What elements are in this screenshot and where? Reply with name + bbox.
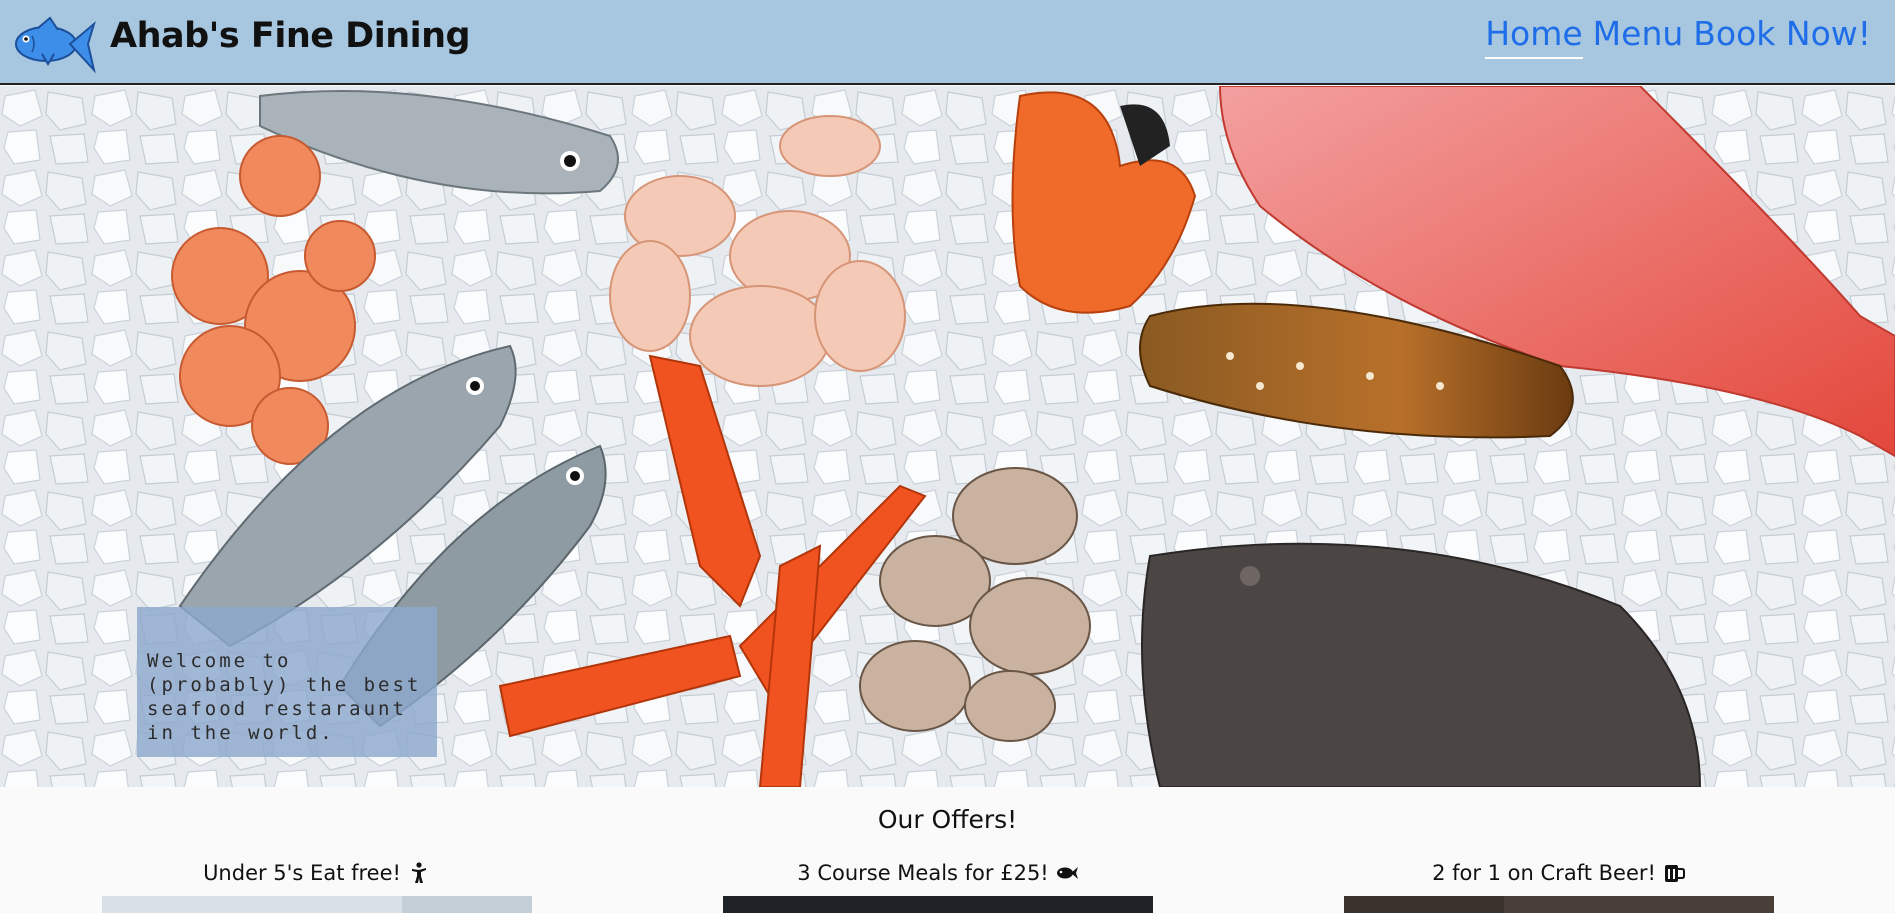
offer-label-row: 2 for 1 on Craft Beer! xyxy=(1344,858,1774,888)
offer-label-row: Under 5's Eat free! xyxy=(102,858,532,888)
offer-card-kids[interactable]: Under 5's Eat free! xyxy=(102,858,532,913)
welcome-box: Welcome to (probably) the best seafood r… xyxy=(137,607,437,757)
fish-logo-icon[interactable] xyxy=(8,14,96,74)
offer-label: 2 for 1 on Craft Beer! xyxy=(1432,861,1656,885)
offer-image-beer xyxy=(1344,896,1774,913)
offer-image-meals xyxy=(723,896,1153,913)
offer-image-kids xyxy=(102,896,532,913)
main-nav: Home Menu Book Now! xyxy=(1485,14,1871,59)
nav-menu-link[interactable]: Menu xyxy=(1593,14,1684,59)
offer-label: 3 Course Meals for £25! xyxy=(797,861,1049,885)
beer-mug-icon xyxy=(1664,865,1685,882)
site-title: Ahab's Fine Dining xyxy=(110,16,471,56)
fish-icon xyxy=(1056,867,1078,879)
nav-book-now-link[interactable]: Book Now! xyxy=(1693,14,1871,59)
offer-label: Under 5's Eat free! xyxy=(203,861,401,885)
offer-label-row: 3 Course Meals for £25! xyxy=(723,858,1153,888)
offer-card-craft-beer[interactable]: 2 for 1 on Craft Beer! xyxy=(1344,858,1774,913)
nav-home-link[interactable]: Home xyxy=(1485,14,1583,59)
site-header: Ahab's Fine Dining Home Menu Book Now! xyxy=(0,0,1895,85)
welcome-text: Welcome to (probably) the best seafood r… xyxy=(147,650,422,744)
hero-banner: Welcome to (probably) the best seafood r… xyxy=(0,86,1895,787)
offer-card-three-course[interactable]: 3 Course Meals for £25! xyxy=(723,858,1153,913)
offers-title: Our Offers! xyxy=(877,805,1018,834)
child-icon xyxy=(411,862,426,883)
